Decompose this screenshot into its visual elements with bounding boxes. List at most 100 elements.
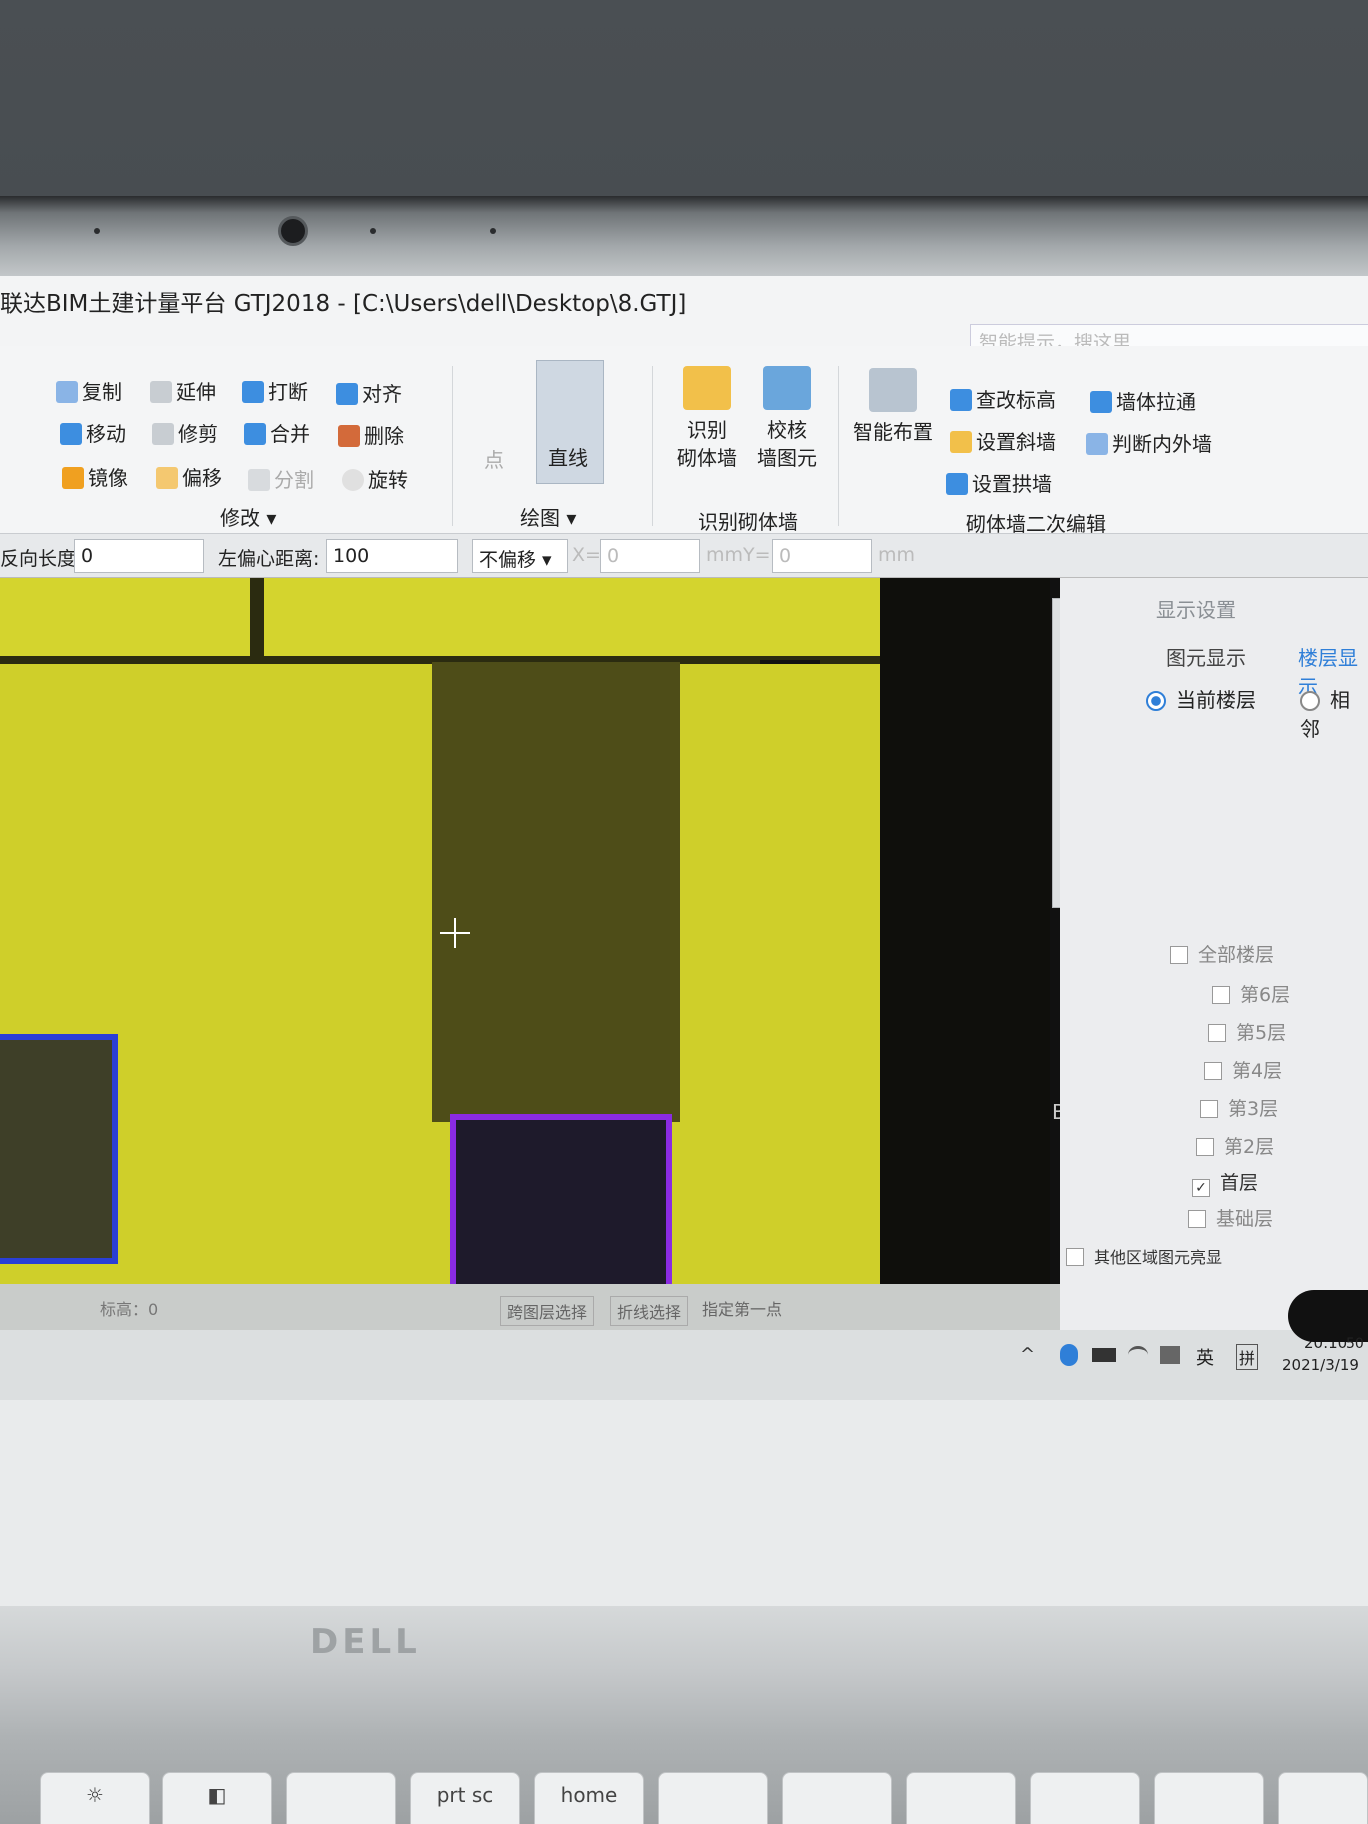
key-display[interactable]: ◧ bbox=[162, 1772, 272, 1824]
key-blank[interactable] bbox=[286, 1772, 396, 1824]
key-blank[interactable] bbox=[658, 1772, 768, 1824]
wall-stretch-button[interactable]: 墙体拉通 bbox=[1090, 386, 1196, 415]
align-button[interactable]: 对齐 bbox=[336, 378, 402, 407]
key-home[interactable]: home bbox=[534, 1772, 644, 1824]
inner-outer-wall-button[interactable]: 判断内外墙 bbox=[1086, 428, 1212, 457]
smart-layout-button[interactable]: 智能布置 bbox=[848, 368, 938, 446]
drawing-canvas[interactable]: B X bbox=[0, 578, 1060, 1378]
webcam bbox=[278, 216, 308, 246]
move-button[interactable]: 移动 bbox=[60, 418, 126, 447]
checkbox bbox=[1066, 1248, 1084, 1266]
ribbon-separator bbox=[838, 366, 839, 526]
key-prtsc[interactable]: prt sc bbox=[410, 1772, 520, 1824]
floor-item[interactable]: 第5层 bbox=[1208, 1018, 1286, 1045]
check-elevation-button[interactable]: 查改标高 bbox=[950, 384, 1056, 413]
radio-dot bbox=[1300, 691, 1320, 711]
reverse-length-label: 反向长度: bbox=[0, 548, 83, 570]
key-blank[interactable] bbox=[906, 1772, 1016, 1824]
copy-button[interactable]: 复制 bbox=[56, 376, 122, 405]
blue-bounded-element bbox=[0, 1034, 118, 1264]
checkbox bbox=[1188, 1210, 1206, 1228]
modify-group-label[interactable]: 修改 ▾ bbox=[220, 502, 276, 531]
offset-button[interactable]: 偏移 bbox=[156, 462, 222, 491]
photo-of-laptop-screen: { "window": { "title": "联达BIM土建计量平台 GTJ2… bbox=[0, 0, 1368, 1824]
trim-icon bbox=[152, 423, 174, 445]
key-blank[interactable] bbox=[1154, 1772, 1264, 1824]
floor-label: 基础层 bbox=[1216, 1208, 1274, 1230]
clock-date[interactable]: 2021/3/19 bbox=[1282, 1356, 1359, 1374]
split-icon bbox=[248, 469, 270, 491]
floor-item[interactable]: ✓ 首层 bbox=[1192, 1168, 1258, 1197]
set-arch-wall-button[interactable]: 设置拱墙 bbox=[946, 468, 1052, 497]
bluetooth-icon[interactable] bbox=[1060, 1344, 1078, 1366]
arrow-line bbox=[760, 660, 820, 664]
panel-header: 显示设置 bbox=[1156, 598, 1236, 622]
tab-element-display[interactable]: 图元显示 bbox=[1166, 642, 1246, 671]
battery-icon[interactable] bbox=[1092, 1348, 1116, 1362]
key-blank[interactable] bbox=[1030, 1772, 1140, 1824]
check-wall-button[interactable]: 校核 墙图元 bbox=[752, 366, 822, 472]
radio-current-floor[interactable]: 当前楼层 bbox=[1146, 684, 1256, 713]
dark-wall-segment bbox=[432, 662, 680, 1122]
fold-select[interactable]: 折线选择 bbox=[610, 1296, 689, 1326]
left-offset-label: 左偏心距离: bbox=[218, 548, 320, 570]
trim-button[interactable]: 修剪 bbox=[152, 418, 218, 447]
ime-mode[interactable]: 拼 bbox=[1236, 1344, 1259, 1370]
window-title: 联达BIM土建计量平台 GTJ2018 - [C:\Users\dell\Des… bbox=[0, 291, 687, 317]
draw-group-label[interactable]: 绘图 ▾ bbox=[520, 502, 576, 531]
key-brightness[interactable]: ☼ bbox=[40, 1772, 150, 1824]
screen: 联达BIM土建计量平台 GTJ2018 - [C:\Users\dell\Des… bbox=[0, 276, 1368, 1606]
wifi-icon[interactable] bbox=[1128, 1346, 1148, 1364]
elevation-status: 标高：0 bbox=[100, 1300, 159, 1319]
tray-chevron[interactable]: ^ bbox=[1020, 1344, 1035, 1365]
break-button[interactable]: 打断 bbox=[242, 376, 308, 405]
delete-button[interactable]: 删除 bbox=[338, 420, 404, 449]
status-bar: 标高：0 跨图层选择 折线选择 指定第一点 bbox=[0, 1284, 1060, 1330]
smart-layout-icon bbox=[869, 368, 917, 412]
extend-button[interactable]: 延伸 bbox=[150, 376, 216, 405]
mirror-icon bbox=[62, 467, 84, 489]
reverse-length-input[interactable]: 0 bbox=[74, 539, 204, 573]
align-icon bbox=[336, 383, 358, 405]
y-input[interactable]: 0 bbox=[772, 539, 872, 573]
mm-y-label: mmY= bbox=[706, 544, 771, 566]
x-input[interactable]: 0 bbox=[600, 539, 700, 573]
floor-item[interactable]: 第4层 bbox=[1204, 1056, 1282, 1083]
rotate-icon bbox=[342, 469, 364, 491]
split-button[interactable]: 分割 bbox=[248, 464, 314, 493]
move-icon bbox=[60, 423, 82, 445]
floor-all[interactable]: 全部楼层 bbox=[1170, 940, 1274, 967]
point-button[interactable]: 点 bbox=[484, 444, 504, 473]
laptop-bezel bbox=[0, 196, 1368, 280]
floor-label: 第2层 bbox=[1224, 1136, 1275, 1158]
mirror-button[interactable]: 镜像 bbox=[62, 462, 128, 491]
line-label: 直线 bbox=[548, 446, 588, 470]
ribbon-separator bbox=[652, 366, 653, 526]
offset-icon bbox=[156, 467, 178, 489]
axis-label-b: B bbox=[1052, 1100, 1060, 1124]
other-region-checkbox[interactable]: 其他区域图元亮显 bbox=[1066, 1244, 1222, 1268]
floor-item[interactable]: 第3层 bbox=[1200, 1094, 1278, 1121]
ribbon-separator bbox=[452, 366, 453, 526]
floor-item[interactable]: 基础层 bbox=[1188, 1204, 1273, 1231]
merge-button[interactable]: 合并 bbox=[244, 418, 310, 447]
left-offset-input[interactable]: 100 bbox=[326, 539, 458, 573]
speaker-icon[interactable] bbox=[1160, 1346, 1180, 1364]
floor-item[interactable]: 第6层 bbox=[1212, 980, 1290, 1007]
key-blank[interactable] bbox=[1278, 1772, 1368, 1824]
rotate-button[interactable]: 旋转 bbox=[342, 464, 408, 493]
cross-layer-select[interactable]: 跨图层选择 bbox=[500, 1296, 595, 1326]
identify-wall-button[interactable]: 识别 砌体墙 bbox=[674, 366, 740, 472]
ime-language[interactable]: 英 bbox=[1196, 1344, 1214, 1370]
x-label: X= bbox=[572, 544, 601, 566]
checkbox: ✓ bbox=[1192, 1179, 1210, 1197]
key-blank[interactable] bbox=[782, 1772, 892, 1824]
offset-mode-select[interactable]: 不偏移 ▾ bbox=[472, 539, 568, 573]
wall-edge bbox=[250, 578, 264, 658]
wall-stretch-icon bbox=[1090, 391, 1112, 413]
bezel-dot bbox=[370, 228, 376, 234]
checkbox bbox=[1196, 1138, 1214, 1156]
floor-item[interactable]: 第2层 bbox=[1196, 1132, 1274, 1159]
radio-adjacent-floor[interactable]: 相邻 bbox=[1300, 684, 1368, 742]
set-slope-wall-button[interactable]: 设置斜墙 bbox=[950, 426, 1056, 455]
